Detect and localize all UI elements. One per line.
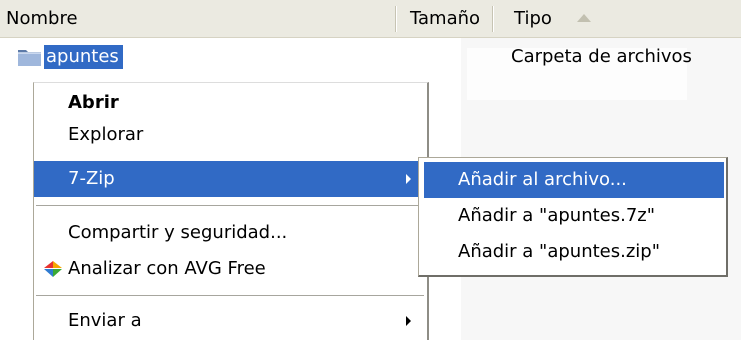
column-size-header[interactable]: Tamaño <box>410 0 480 38</box>
avg-icon <box>44 261 62 277</box>
column-name-header[interactable]: Nombre <box>6 0 78 38</box>
submenu-item-label: Añadir al archivo... <box>458 169 627 190</box>
submenu-item-add-to-archive[interactable]: Añadir al archivo... <box>424 162 724 198</box>
menu-item-label: Abrir <box>68 92 119 113</box>
file-name[interactable]: apuntes <box>44 45 123 69</box>
menu-item-label: Explorar <box>68 124 144 145</box>
column-header: Nombre Tamaño Tipo <box>0 0 741 38</box>
column-divider[interactable] <box>395 6 397 32</box>
submenu-item-add-to-zip[interactable]: Añadir a "apuntes.zip" <box>424 234 724 270</box>
menu-item-7zip[interactable]: 7-Zip <box>34 161 427 197</box>
folder-icon <box>18 50 41 66</box>
file-row[interactable]: apuntes Carpeta de archivos <box>0 38 741 74</box>
menu-item-sharing-security[interactable]: Compartir y seguridad... <box>34 215 427 251</box>
submenu-arrow-icon <box>406 174 411 184</box>
menu-separator <box>36 295 424 297</box>
menu-item-label: Compartir y seguridad... <box>68 222 288 243</box>
column-type-header[interactable]: Tipo <box>514 0 552 38</box>
7zip-submenu: Añadir al archivo... Añadir a "apuntes.7… <box>418 157 728 277</box>
column-divider[interactable] <box>492 6 494 32</box>
menu-item-open[interactable]: Abrir <box>34 85 427 121</box>
sort-ascending-icon <box>577 14 591 22</box>
menu-item-avg-scan[interactable]: Analizar con AVG Free <box>34 251 427 287</box>
menu-item-explore[interactable]: Explorar <box>34 117 427 153</box>
submenu-arrow-icon <box>406 316 411 326</box>
menu-item-send-to[interactable]: Enviar a <box>34 303 427 339</box>
submenu-item-label: Añadir a "apuntes.7z" <box>458 205 656 226</box>
submenu-item-label: Añadir a "apuntes.zip" <box>458 241 660 262</box>
file-type: Carpeta de archivos <box>511 46 692 67</box>
menu-item-label: Enviar a <box>68 310 142 331</box>
menu-item-label: 7-Zip <box>68 168 115 189</box>
submenu-item-add-to-7z[interactable]: Añadir a "apuntes.7z" <box>424 198 724 234</box>
menu-item-label: Analizar con AVG Free <box>68 258 266 279</box>
context-menu: Abrir Explorar 7-Zip Compartir y segurid… <box>33 82 429 340</box>
menu-separator <box>36 205 424 207</box>
